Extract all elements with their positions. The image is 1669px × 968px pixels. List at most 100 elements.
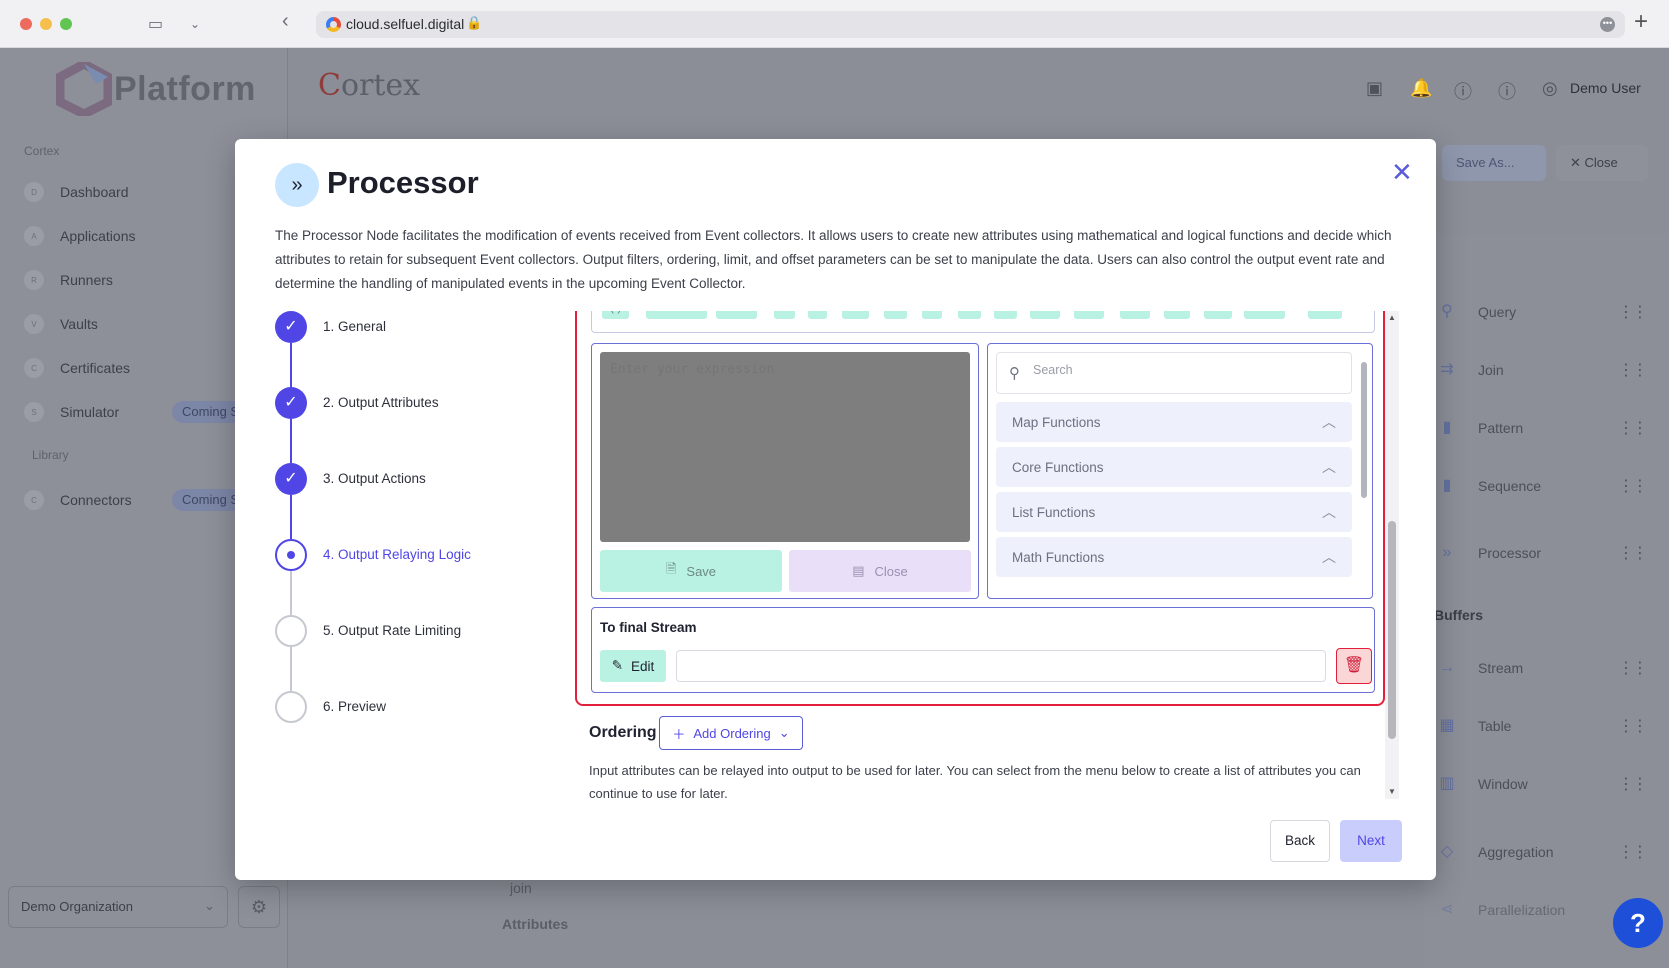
- step-output-attributes[interactable]: ✓ 2. Output Attributes: [275, 387, 515, 421]
- cortex-logo: Cortex: [318, 68, 420, 103]
- step-output-actions[interactable]: ✓ 3. Output Actions: [275, 463, 515, 497]
- operator-button[interactable]: %: [842, 311, 869, 319]
- help-circle-icon[interactable]: ⓘ: [1454, 78, 1472, 104]
- function-search-input[interactable]: [1033, 363, 1333, 377]
- bell-icon[interactable]: 🔔: [1410, 78, 1432, 99]
- step-output-relaying-logic[interactable]: 4. Output Relaying Logic: [275, 539, 515, 573]
- terminal-icon[interactable]: ▣: [1366, 78, 1383, 99]
- trash-icon[interactable]: 🗑: [1336, 648, 1372, 684]
- window-close-button[interactable]: [20, 18, 32, 30]
- next-button[interactable]: Next: [1340, 820, 1402, 862]
- back-button[interactable]: Back: [1270, 820, 1330, 862]
- palette-item-query[interactable]: ⚲ Query ⋮⋮: [1424, 292, 1664, 332]
- function-group-core[interactable]: Core Functions ︿: [996, 447, 1352, 487]
- operator-button[interactable]: *: [774, 311, 795, 319]
- step-output-rate-limiting[interactable]: 5. Output Rate Limiting: [275, 615, 515, 649]
- drag-handle-icon[interactable]: ⋮⋮: [1618, 716, 1648, 736]
- edit-button[interactable]: ✎ Edit: [600, 650, 666, 682]
- palette-item-processor[interactable]: » Processor ⋮⋮: [1424, 533, 1664, 573]
- help-button[interactable]: ?: [1613, 898, 1663, 948]
- info-icon[interactable]: ⓘ: [1498, 78, 1516, 104]
- palette-item-window[interactable]: ▥ Window ⋮⋮: [1424, 764, 1664, 804]
- organization-select[interactable]: Demo Organization ⌄: [8, 886, 228, 928]
- processor-icon: »: [275, 163, 319, 207]
- operator-button[interactable]: IN: [1204, 311, 1232, 319]
- operator-button[interactable]: /: [808, 311, 828, 319]
- address-bar[interactable]: cloud.selfuel.digital 🔒 •••: [316, 11, 1625, 38]
- drag-handle-icon[interactable]: ⋮⋮: [1618, 360, 1648, 380]
- drag-handle-icon[interactable]: ⋮⋮: [1618, 543, 1648, 563]
- operator-button[interactable]: ( ): [602, 311, 630, 319]
- save-expression-button[interactable]: 🗎 Save: [600, 550, 782, 592]
- step-preview[interactable]: 6. Preview: [275, 691, 515, 725]
- browser-chrome: ▭ ⌄ ‹ cloud.selfuel.digital 🔒 ••• +: [0, 0, 1669, 48]
- cortex-logo-text: ortex: [340, 68, 421, 103]
- operator-button[interactable]: AND: [1244, 311, 1286, 319]
- palette-item-pattern[interactable]: ▮ Pattern ⋮⋮: [1424, 408, 1664, 448]
- operator-button[interactable]: IS NULL: [646, 311, 708, 319]
- function-group-list[interactable]: List Functions ︿: [996, 492, 1352, 532]
- drag-handle-icon[interactable]: ⋮⋮: [1618, 658, 1648, 678]
- user-name[interactable]: Demo User: [1570, 80, 1641, 96]
- palette-label: Stream: [1478, 660, 1524, 676]
- step-content[interactable]: ( ) IS NULL NOT * / % + - < > <= >= == !…: [575, 311, 1385, 799]
- drag-handle-icon[interactable]: ⋮⋮: [1618, 302, 1648, 322]
- user-avatar-icon[interactable]: ◎: [1542, 78, 1558, 99]
- function-scrollbar[interactable]: [1360, 348, 1368, 592]
- close-icon[interactable]: ✕: [1391, 157, 1413, 188]
- palette-item-join[interactable]: ⇉ Join ⋮⋮: [1424, 350, 1664, 390]
- operator-button[interactable]: OR: [1308, 311, 1342, 319]
- operator-button[interactable]: NOT: [716, 311, 758, 319]
- join-icon: ⇉: [1440, 361, 1454, 378]
- palette-item-table[interactable]: ▦ Table ⋮⋮: [1424, 706, 1664, 746]
- operator-button[interactable]: -: [922, 311, 942, 319]
- add-ordering-button[interactable]: ＋ Add Ordering ⌄: [659, 716, 803, 750]
- drag-handle-icon[interactable]: ⋮⋮: [1618, 842, 1648, 862]
- operator-button[interactable]: <: [958, 311, 982, 319]
- drag-handle-icon[interactable]: ⋮⋮: [1618, 418, 1648, 438]
- content-scrollbar[interactable]: ▲ ▼: [1385, 311, 1399, 799]
- sidebar-item-label: Certificates: [60, 360, 131, 376]
- step-general[interactable]: ✓ 1. General: [275, 311, 515, 345]
- new-tab-icon[interactable]: +: [1634, 8, 1648, 36]
- modal-title: Processor: [327, 165, 479, 200]
- window-minimize-button[interactable]: [40, 18, 52, 30]
- operator-button[interactable]: >: [994, 311, 1018, 319]
- close-toolbar-button[interactable]: ✕ Close: [1556, 145, 1648, 181]
- function-group-map[interactable]: Map Functions ︿: [996, 402, 1352, 442]
- sidebar-item-label: Runners: [60, 272, 113, 288]
- palette-item-aggregation[interactable]: ◇ Aggregation ⋮⋮: [1424, 832, 1664, 872]
- close-expression-button[interactable]: ▤ Close: [789, 550, 971, 592]
- palette-item-stream[interactable]: → Stream ⋮⋮: [1424, 648, 1664, 688]
- save-as-button[interactable]: Save As...: [1442, 145, 1546, 181]
- window-zoom-button[interactable]: [60, 18, 72, 30]
- operator-button[interactable]: ==: [1120, 311, 1151, 319]
- function-group-math[interactable]: Math Functions ︿: [996, 537, 1352, 577]
- pattern-icon: ▮: [1442, 419, 1452, 436]
- more-icon[interactable]: •••: [1600, 17, 1615, 32]
- sidebar-toggle-icon[interactable]: ▭: [148, 14, 163, 34]
- back-arrow-icon[interactable]: ‹: [282, 10, 289, 33]
- scroll-thumb[interactable]: [1388, 521, 1396, 739]
- chevron-down-icon[interactable]: ⌄: [190, 17, 200, 31]
- operator-toolbar: ( ) IS NULL NOT * / % + - < > <= >= == !…: [591, 311, 1375, 333]
- operator-button[interactable]: <=: [1030, 311, 1061, 319]
- scroll-up-icon[interactable]: ▲: [1388, 313, 1396, 322]
- search-icon: ⚲: [1009, 365, 1020, 382]
- drag-handle-icon[interactable]: ⋮⋮: [1618, 476, 1648, 496]
- scroll-down-icon[interactable]: ▼: [1388, 787, 1396, 796]
- settings-gear-icon[interactable]: ⚙: [238, 886, 280, 928]
- processor-icon: »: [1442, 544, 1452, 561]
- site-favicon-icon: [326, 17, 341, 32]
- final-stream-input[interactable]: [676, 650, 1326, 682]
- palette-item-sequence[interactable]: ▮ Sequence ⋮⋮: [1424, 466, 1664, 506]
- chevron-up-icon: ︿: [1322, 414, 1336, 430]
- expression-input[interactable]: [600, 352, 970, 542]
- operator-button[interactable]: !=: [1164, 311, 1191, 319]
- scroll-thumb[interactable]: [1361, 362, 1367, 498]
- step-label: 3. Output Actions: [323, 471, 426, 486]
- function-group-label: Core Functions: [1012, 459, 1104, 475]
- drag-handle-icon[interactable]: ⋮⋮: [1618, 774, 1648, 794]
- operator-button[interactable]: +: [884, 311, 908, 319]
- operator-button[interactable]: >=: [1074, 311, 1105, 319]
